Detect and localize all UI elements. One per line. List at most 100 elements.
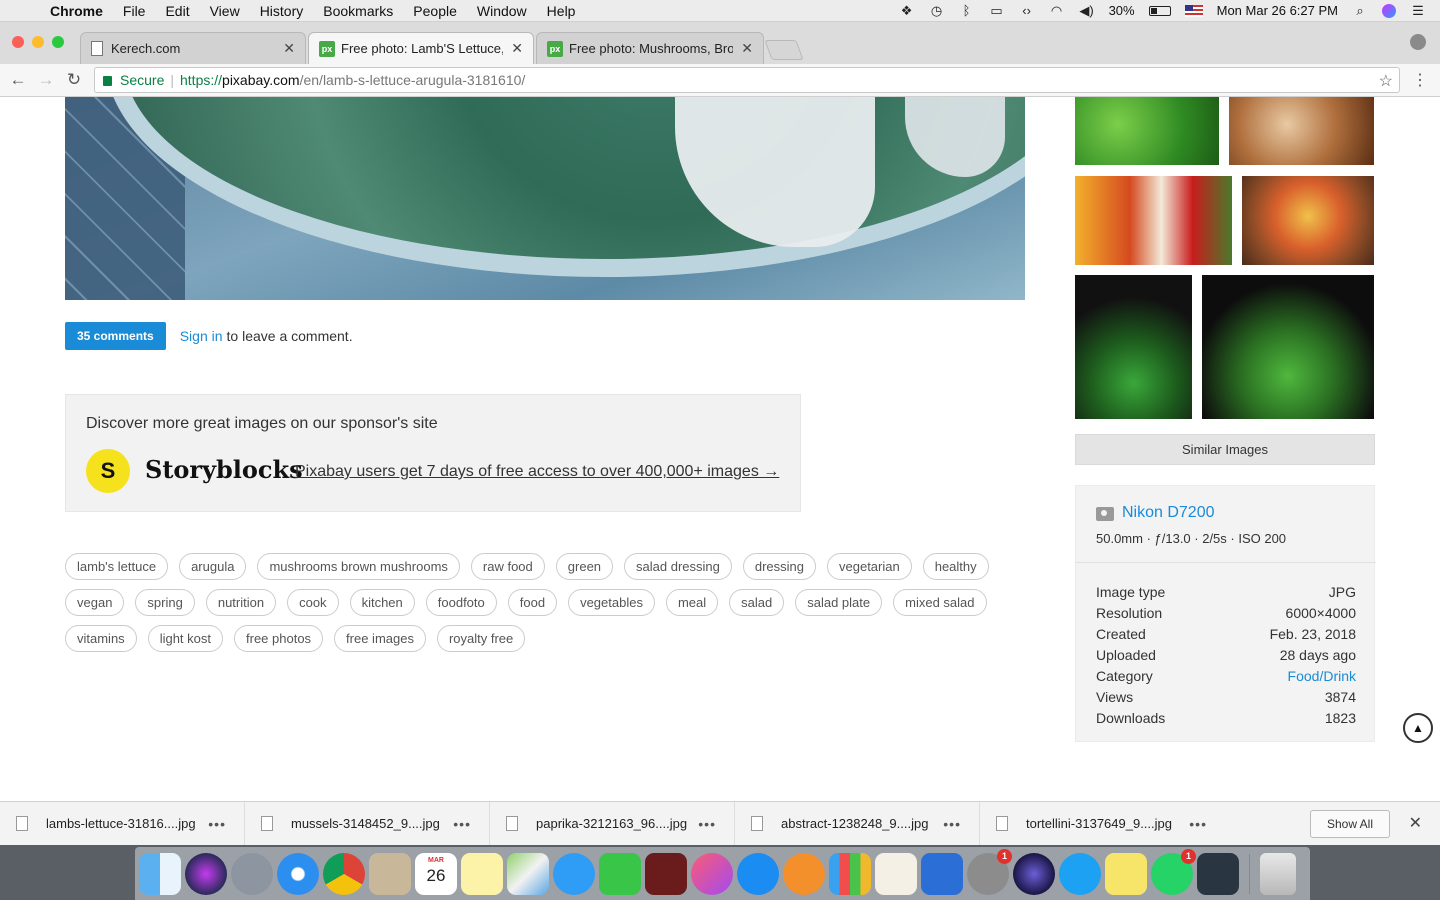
menu-file[interactable]: File xyxy=(113,3,156,19)
keynote-icon[interactable] xyxy=(921,852,963,895)
menu-history[interactable]: History xyxy=(250,3,314,19)
download-filename[interactable]: tortellini-3137649_9....jpg xyxy=(1026,816,1189,831)
whatsapp-icon[interactable]: 1 xyxy=(1151,848,1196,895)
tab-kerech[interactable]: Kerech.com ✕ xyxy=(80,32,306,64)
close-tab-icon[interactable]: ✕ xyxy=(511,40,523,57)
similar-thumb-salad-plate[interactable] xyxy=(1202,275,1374,419)
itunes-icon[interactable] xyxy=(691,852,733,895)
download-filename[interactable]: paprika-3212163_96....jpg xyxy=(536,816,698,831)
mail-stamp-icon[interactable] xyxy=(369,852,411,895)
notes-icon[interactable] xyxy=(461,852,503,895)
zoom-window-button[interactable] xyxy=(52,36,64,48)
tab-lambs-lettuce[interactable]: px Free photo: Lamb'S Lettuce, A ✕ xyxy=(308,32,534,64)
new-tab-button[interactable] xyxy=(764,40,804,60)
system-preferences-icon[interactable]: 1 xyxy=(967,848,1012,895)
similar-thumb-lettuce[interactable] xyxy=(1075,97,1219,165)
app-store-icon[interactable] xyxy=(737,852,779,895)
stickies-icon[interactable] xyxy=(1105,852,1147,895)
eclipse-icon[interactable] xyxy=(1013,852,1055,895)
finder-icon[interactable] xyxy=(139,852,181,895)
similar-thumb-vegetables[interactable] xyxy=(1075,176,1232,265)
back-arrow-icon[interactable]: ← xyxy=(4,70,32,90)
tag-chip[interactable]: foodfoto xyxy=(425,589,497,616)
download-item[interactable]: paprika-3212163_96....jpg ••• xyxy=(490,801,735,846)
pages-icon[interactable] xyxy=(875,852,917,895)
siri-icon[interactable] xyxy=(1382,3,1396,18)
tag-chip[interactable]: mixed salad xyxy=(893,589,987,616)
chrome-menu-icon[interactable]: ⋮ xyxy=(1412,70,1428,90)
close-tab-icon[interactable]: ✕ xyxy=(283,40,295,57)
download-item[interactable]: tortellini-3137649_9....jpg ••• xyxy=(980,802,1225,846)
tag-chip[interactable]: lamb's lettuce xyxy=(65,553,169,580)
menu-bookmarks[interactable]: Bookmarks xyxy=(313,3,403,19)
trash-icon[interactable] xyxy=(1260,852,1296,895)
messages-icon[interactable] xyxy=(553,852,595,895)
tag-chip[interactable]: free photos xyxy=(234,625,324,652)
wifi-icon[interactable]: ◠ xyxy=(1049,3,1065,18)
airplay-icon[interactable]: ▭ xyxy=(989,3,1005,18)
calendar-icon[interactable]: MAR 26 xyxy=(415,852,457,895)
bookmark-star-icon[interactable]: ☆ xyxy=(1379,71,1393,91)
tag-chip[interactable]: spring xyxy=(135,589,195,616)
sourcetree-icon[interactable] xyxy=(1197,852,1239,895)
code-icon[interactable]: ‹› xyxy=(1019,3,1035,18)
tag-chip[interactable]: light kost xyxy=(147,625,223,652)
tag-chip[interactable]: arugula xyxy=(179,553,247,580)
tag-chip[interactable]: food xyxy=(507,589,558,616)
sign-in-link[interactable]: Sign in xyxy=(180,328,223,344)
reload-icon[interactable]: ↻ xyxy=(60,70,88,90)
notification-center-icon[interactable]: ☰ xyxy=(1410,3,1426,18)
comments-count-button[interactable]: 35 comments xyxy=(65,322,166,350)
lock-icon[interactable] xyxy=(103,76,112,86)
dropbox-icon[interactable]: ❖ xyxy=(899,3,915,18)
tag-chip[interactable]: healthy xyxy=(922,553,989,580)
forward-arrow-icon[interactable]: → xyxy=(32,70,60,90)
storyblocks-brand[interactable]: Storyblocks xyxy=(145,455,303,484)
tag-chip[interactable]: vegetarian xyxy=(827,553,912,580)
download-item[interactable]: lambs-lettuce-31816....jpg ••• xyxy=(0,801,245,846)
address-bar[interactable]: Secure | https:// pixabay.com /en/lamb-s… xyxy=(94,67,1400,93)
similar-images-button[interactable]: Similar Images xyxy=(1075,434,1375,465)
camera-model-link[interactable]: Nikon D7200 xyxy=(1122,504,1215,522)
secure-label[interactable]: Secure xyxy=(120,72,164,88)
sponsor-offer-link[interactable]: Pixabay users get 7 days of free access … xyxy=(295,463,779,481)
category-link[interactable]: Food/Drink xyxy=(1288,666,1356,687)
tag-chip[interactable]: vegetables xyxy=(568,589,655,616)
battery-percent[interactable]: 30% xyxy=(1109,3,1135,18)
download-item[interactable]: abstract-1238248_9....jpg ••• xyxy=(735,801,980,846)
main-photo[interactable] xyxy=(65,97,1025,300)
close-shelf-icon[interactable]: ✕ xyxy=(1409,813,1422,833)
similar-thumb-mushrooms[interactable] xyxy=(1229,97,1374,165)
close-window-button[interactable] xyxy=(12,36,24,48)
menu-app-name[interactable]: Chrome xyxy=(40,3,113,19)
download-item[interactable]: mussels-3148452_9....jpg ••• xyxy=(245,801,490,846)
tag-chip[interactable]: mushrooms brown mushrooms xyxy=(257,553,460,580)
tag-chip[interactable]: salad dressing xyxy=(624,553,732,580)
input-source-flag-icon[interactable] xyxy=(1184,4,1203,17)
clock[interactable]: Mon Mar 26 6:27 PM xyxy=(1217,3,1338,18)
download-more-icon[interactable]: ••• xyxy=(698,816,716,832)
facetime-icon[interactable] xyxy=(599,852,641,895)
tag-chip[interactable]: nutrition xyxy=(205,589,277,616)
show-all-downloads-button[interactable]: Show All xyxy=(1310,810,1390,838)
minimize-window-button[interactable] xyxy=(32,36,44,48)
tag-chip[interactable]: free images xyxy=(334,625,426,652)
spotlight-search-icon[interactable]: ⌕ xyxy=(1352,3,1368,18)
launchpad-icon[interactable] xyxy=(231,852,273,895)
tag-chip[interactable]: raw food xyxy=(470,553,545,580)
similar-thumb-stuffed-mushrooms[interactable] xyxy=(1242,176,1374,265)
tag-chip[interactable]: vitamins xyxy=(65,625,137,652)
volume-icon[interactable]: ◀) xyxy=(1079,3,1095,18)
siri-icon[interactable] xyxy=(185,852,227,895)
numbers-icon[interactable] xyxy=(829,852,871,895)
menu-edit[interactable]: Edit xyxy=(155,3,199,19)
bluetooth-icon[interactable]: ᛒ xyxy=(959,3,975,18)
download-more-icon[interactable]: ••• xyxy=(943,816,961,832)
download-filename[interactable]: mussels-3148452_9....jpg xyxy=(291,816,453,831)
tag-chip[interactable]: vegan xyxy=(65,589,125,616)
tag-chip[interactable]: salad xyxy=(729,589,785,616)
download-more-icon[interactable]: ••• xyxy=(453,816,471,832)
maps-icon[interactable] xyxy=(507,852,549,895)
menu-view[interactable]: View xyxy=(200,3,250,19)
menu-people[interactable]: People xyxy=(403,3,467,19)
